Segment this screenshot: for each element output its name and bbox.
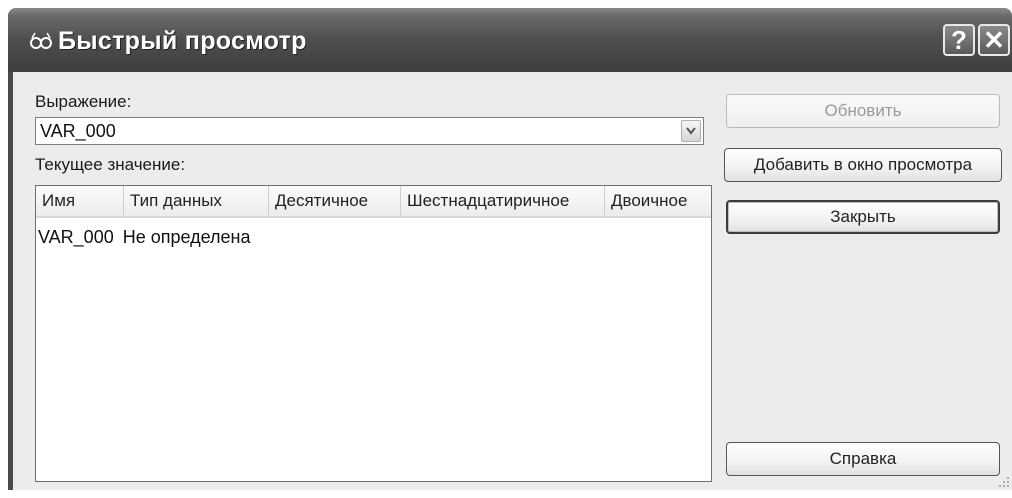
row-name: VAR_000 (38, 227, 114, 247)
expression-value[interactable]: VAR_000 (40, 121, 116, 142)
column-header-type[interactable]: Тип данных (124, 186, 269, 216)
column-header-hex[interactable]: Шестнадцатиричное (401, 186, 605, 216)
row-type: Не определена (122, 227, 251, 247)
column-header-name[interactable]: Имя (36, 186, 124, 216)
current-value-list[interactable]: Имя Тип данных Десятичное Шестнадцатирич… (35, 185, 712, 482)
current-value-label: Текущее значение: (35, 155, 186, 174)
dialog-body: Выражение: VAR_000 Текущее значение: Имя… (13, 72, 1012, 490)
list-header: Имя Тип данных Десятичное Шестнадцатирич… (36, 186, 711, 218)
quick-watch-dialog: Быстрый просмотр ? ✕ Выражение: VAR_000 … (8, 8, 1012, 490)
add-to-watch-button[interactable]: Добавить в окно просмотра (724, 148, 1002, 182)
expression-combobox[interactable]: VAR_000 (35, 117, 704, 145)
glasses-icon (30, 32, 52, 49)
column-header-binary[interactable]: Двоичное (605, 186, 711, 216)
list-item[interactable]: VAR_000 Не определена (38, 227, 251, 248)
help-title-button[interactable]: ? (943, 24, 975, 56)
close-button[interactable]: Закрыть (726, 200, 1000, 234)
refresh-button[interactable]: Обновить (726, 94, 1000, 128)
help-button[interactable]: Справка (726, 442, 1000, 476)
title-bar[interactable]: Быстрый просмотр ? ✕ (8, 8, 1012, 72)
expression-label: Выражение: (35, 92, 132, 111)
resize-grip-icon[interactable] (998, 476, 1010, 488)
window-title: Быстрый просмотр (58, 27, 307, 55)
close-title-button[interactable]: ✕ (978, 24, 1010, 56)
chevron-down-icon[interactable] (681, 120, 701, 142)
column-header-decimal[interactable]: Десятичное (269, 186, 401, 216)
